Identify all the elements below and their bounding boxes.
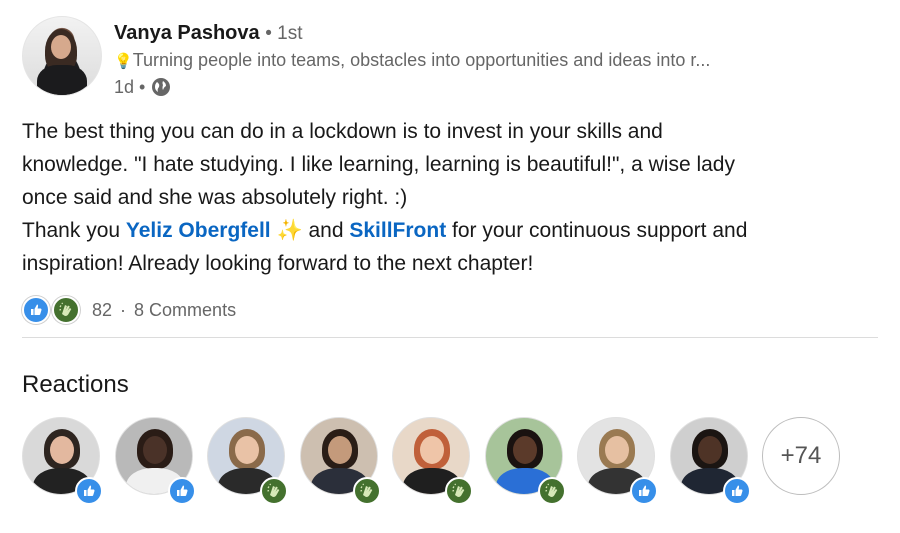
connection-degree: • 1st [265,23,303,44]
like-reaction-icon [630,477,658,505]
mention-link[interactable]: SkillFront [349,219,446,242]
post-text-fragment: for your continuous support and [446,219,748,242]
post-header: Vanya Pashova • 1st 💡 Turning people int… [22,16,882,100]
lightbulb-icon: 💡 [114,53,133,70]
celebrate-reaction-icon [538,477,566,505]
celebrate-reaction-icon [353,477,381,505]
divider [22,337,878,338]
post-text-line: knowledge. "I hate studying. I like lear… [22,153,735,176]
post-meta: 1d • [114,76,171,98]
post-time: 1d • [114,77,146,97]
globe-icon [151,77,171,97]
author-avatar[interactable] [22,16,102,96]
post-text-line: Thank you Yeliz Obergfell ✨ and SkillFro… [22,214,882,247]
post-body: The best thing you can do in a lockdown … [22,115,882,280]
celebrate-reaction-icon [52,296,80,324]
reaction-count[interactable]: 82 [92,300,112,321]
author-headline: 💡 Turning people into teams, obstacles i… [114,49,710,73]
separator-dot: · [120,299,127,320]
post-text-fragment: and [302,219,350,242]
celebrate-reaction-icon [445,477,473,505]
more-reactors-button[interactable]: +74 [762,417,840,495]
post-text-line: The best thing you can do in a lockdown … [22,120,663,143]
like-reaction-icon [22,296,50,324]
author-name[interactable]: Vanya Pashova [114,22,260,44]
post-text-line: inspiration! Already looking forward to … [22,252,534,275]
sparkle-emoji: ✨ [276,219,303,242]
like-reaction-icon [723,477,751,505]
post-text-fragment: Thank you [22,219,126,242]
comments-count-link[interactable]: 8 Comments [134,300,236,321]
like-reaction-icon [75,477,103,505]
mention-link[interactable]: Yeliz Obergfell [126,219,271,242]
headline-text: Turning people into teams, obstacles int… [132,50,711,70]
like-reaction-icon [168,477,196,505]
reactions-heading: Reactions [22,371,129,398]
post-text-line: once said and she was absolutely right. … [22,186,408,209]
celebrate-reaction-icon [260,477,288,505]
social-counts: 82 · 8 Comments [22,296,236,324]
author-name-row: Vanya Pashova • 1st [114,21,303,46]
